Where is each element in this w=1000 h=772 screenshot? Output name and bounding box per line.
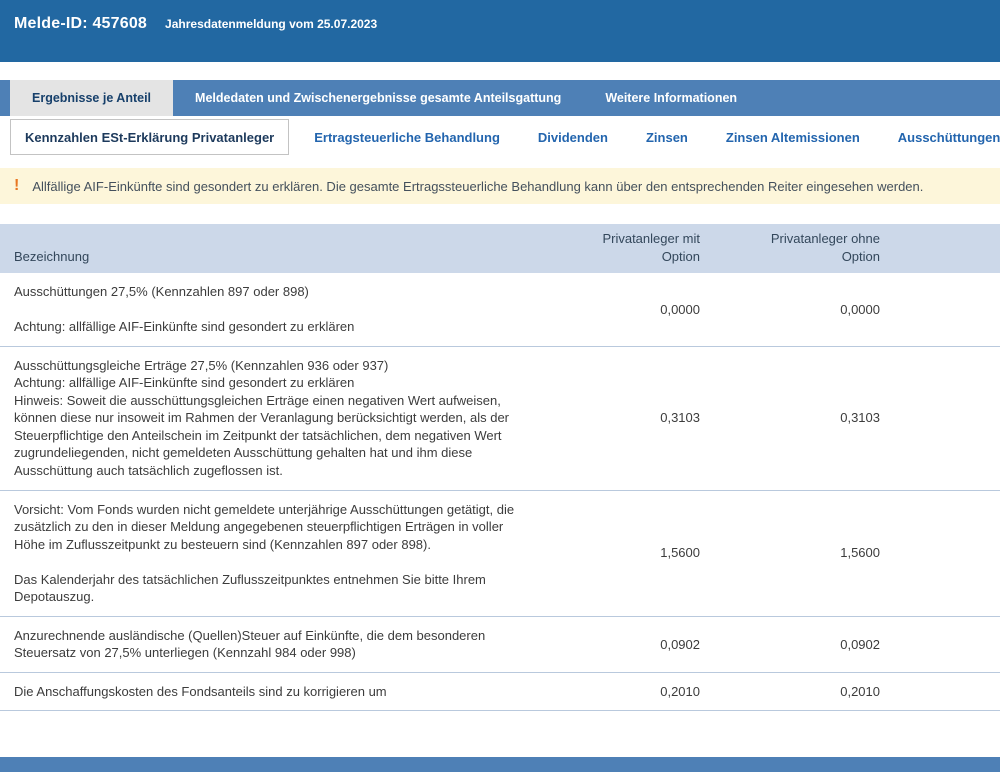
warning-text: Allfällige AIF-Einkünfte sind gesondert … [32,179,923,194]
value-privatanleger-mit-option: 1,5600 [540,544,700,562]
row-description: Ausschüttungsgleiche Erträge 27,5% (Kenn… [0,357,540,480]
sub-tab-1[interactable]: Ertragsteuerliche Behandlung [295,130,519,145]
table-row-1: Ausschüttungsgleiche Erträge 27,5% (Kenn… [0,346,1000,490]
value-privatanleger-mit-option: 0,0902 [540,636,700,654]
value-privatanleger-ohne-option: 0,2010 [700,683,880,701]
app-window: Melde-ID: 457608 Jahresdatenmeldung vom … [0,0,1000,711]
value-privatanleger-ohne-option: 1,5600 [700,544,880,562]
row-description: Ausschüttungen 27,5% (Kennzahlen 897 ode… [0,283,540,336]
value-privatanleger-mit-option: 0,2010 [540,683,700,701]
value-privatanleger-ohne-option: 0,0000 [700,301,880,319]
main-tab-2[interactable]: Weitere Informationen [583,80,759,116]
value-privatanleger-ohne-option: 0,3103 [700,409,880,427]
table-header-row: Bezeichnung Privatanleger mit Option Pri… [0,224,1000,273]
bottom-bar [0,757,1000,772]
value-privatanleger-mit-option: 0,3103 [540,409,700,427]
main-tab-1[interactable]: Meldedaten und Zwischenergebnisse gesamt… [173,80,583,116]
table-row-3: Anzurechnende ausländische (Quellen)Steu… [0,616,1000,672]
column-header-privatanleger-mit-option: Privatanleger mit Option [540,230,700,265]
column-header-bezeichnung: Bezeichnung [0,248,540,266]
value-privatanleger-mit-option: 0,0000 [540,301,700,319]
table-row-4: Die Anschaffungskosten des Fondsanteils … [0,672,1000,711]
sub-tab-0[interactable]: Kennzahlen ESt-Erklärung Privatanleger [10,119,289,155]
row-description: Die Anschaffungskosten des Fondsanteils … [0,683,540,701]
value-privatanleger-ohne-option: 0,0902 [700,636,880,654]
sub-tab-5[interactable]: Ausschüttungen S [879,130,1000,145]
sub-tab-4[interactable]: Zinsen Altemissionen [707,130,879,145]
table-row-2: Vorsicht: Vom Fonds wurden nicht gemelde… [0,490,1000,616]
header-subtitle: Jahresdatenmeldung vom 25.07.2023 [165,17,377,31]
warning-exclamation-icon: ! [14,178,19,194]
sub-tab-2[interactable]: Dividenden [519,130,627,145]
warning-banner: ! Allfällige AIF-Einkünfte sind gesonder… [0,168,1000,204]
table-body: Ausschüttungen 27,5% (Kennzahlen 897 ode… [0,273,1000,711]
row-description: Vorsicht: Vom Fonds wurden nicht gemelde… [0,501,540,606]
column-header-privatanleger-ohne-option: Privatanleger ohne Option [700,230,880,265]
sub-tab-3[interactable]: Zinsen [627,130,707,145]
table-row-0: Ausschüttungen 27,5% (Kennzahlen 897 ode… [0,273,1000,346]
main-tab-bar: Ergebnisse je AnteilMeldedaten und Zwisc… [0,80,1000,116]
main-tab-0[interactable]: Ergebnisse je Anteil [10,80,173,116]
header-bar: Melde-ID: 457608 Jahresdatenmeldung vom … [0,0,1000,62]
melde-id: Melde-ID: 457608 [14,15,147,33]
results-table: Bezeichnung Privatanleger mit Option Pri… [0,224,1000,711]
row-description: Anzurechnende ausländische (Quellen)Steu… [0,627,540,662]
sub-tab-bar: Kennzahlen ESt-Erklärung Privatanleger Er… [0,116,1000,158]
